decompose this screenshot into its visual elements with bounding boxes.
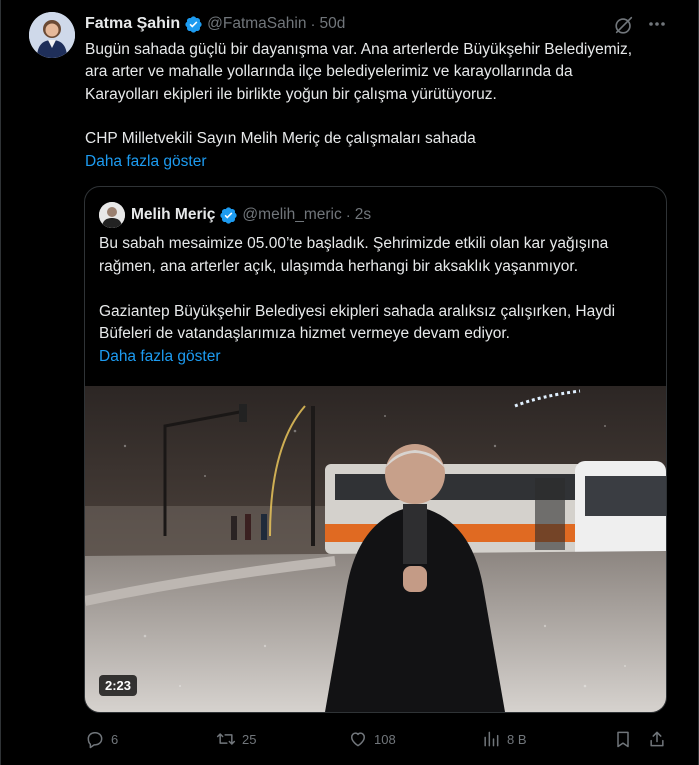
quote-age: 2s — [354, 206, 372, 223]
author-avatar[interactable] — [29, 12, 75, 58]
quote-author-handle: @melih_meric — [242, 206, 342, 223]
author-handle[interactable]: @FatmaSahin — [207, 15, 306, 33]
post-age[interactable]: 50d — [319, 15, 345, 33]
quote-text-line: Gaziantep Büyükşehir Belediyesi ekipleri… — [99, 302, 616, 320]
verified-badge-icon — [185, 15, 202, 33]
quote-header: Melih Meriç @melih_meric · 2s — [99, 202, 372, 228]
quoted-post[interactable]: Melih Meriç @melih_meric · 2s Bu sabah m… — [84, 186, 667, 713]
video-thumbnail — [85, 386, 666, 712]
post-container[interactable]: Fatma Şahin @FatmaSahin · 50d Bugün saha… — [0, 0, 699, 765]
post-text: Bugün sahada güçlü bir dayanışma var. An… — [85, 39, 685, 173]
like-icon — [351, 732, 365, 747]
post-text-line: Karayolları ekipleri ile birlikte yoğun … — [85, 85, 497, 103]
reply-button[interactable]: 6 — [85, 727, 118, 751]
repost-button[interactable]: 25 — [216, 727, 256, 751]
quote-text-line: rağmen, ana arterler açık, ulaşımda herh… — [99, 257, 579, 275]
quote-show-more-link[interactable]: Daha fazla göster — [99, 346, 659, 369]
show-more-link[interactable]: Daha fazla göster — [85, 151, 685, 173]
post-text-line: ara arter ve mahalle yollarında ilçe bel… — [85, 63, 573, 81]
action-bar: 6 25 108 8 B — [1, 727, 699, 753]
quote-author-name: Melih Meriç — [131, 206, 216, 223]
repost-count: 25 — [242, 731, 257, 747]
quote-text-line: Büfeleri de vatandaşlarımıza hizmet verm… — [99, 325, 510, 343]
like-count: 108 — [374, 731, 396, 747]
verified-badge-icon — [220, 206, 238, 224]
views-button[interactable]: 8 B — [481, 727, 527, 751]
post-text-line: Bugün sahada güçlü bir dayanışma var. An… — [85, 41, 633, 58]
grok-icon[interactable] — [613, 14, 635, 36]
reply-icon — [87, 732, 103, 749]
quote-author-avatar — [99, 202, 125, 228]
separator: · — [310, 15, 316, 33]
views-count: 8 B — [507, 731, 527, 747]
post-header: Fatma Şahin @FatmaSahin · 50d — [85, 12, 345, 36]
repost-icon — [216, 733, 236, 745]
share-icon — [650, 731, 664, 747]
views-icon — [484, 731, 499, 747]
reply-count: 6 — [111, 731, 119, 747]
video-player[interactable]: 2:23 — [85, 386, 666, 712]
video-duration: 2:23 — [99, 675, 138, 696]
separator: · — [345, 206, 351, 224]
more-icon[interactable] — [646, 13, 668, 35]
like-button[interactable]: 108 — [348, 727, 396, 751]
bookmark-icon — [617, 731, 629, 748]
quote-text: Bu sabah mesaimize 05.00’te başladık. Şe… — [99, 233, 659, 369]
share-button[interactable] — [647, 727, 667, 751]
post-text-line: CHP Milletvekili Sayın Melih Meriç de ça… — [85, 130, 476, 148]
author-name[interactable]: Fatma Şahin — [85, 15, 180, 33]
bookmark-button[interactable] — [613, 727, 633, 751]
quote-text-line: Bu sabah mesaimize 05.00’te başladık. Şe… — [99, 235, 609, 252]
